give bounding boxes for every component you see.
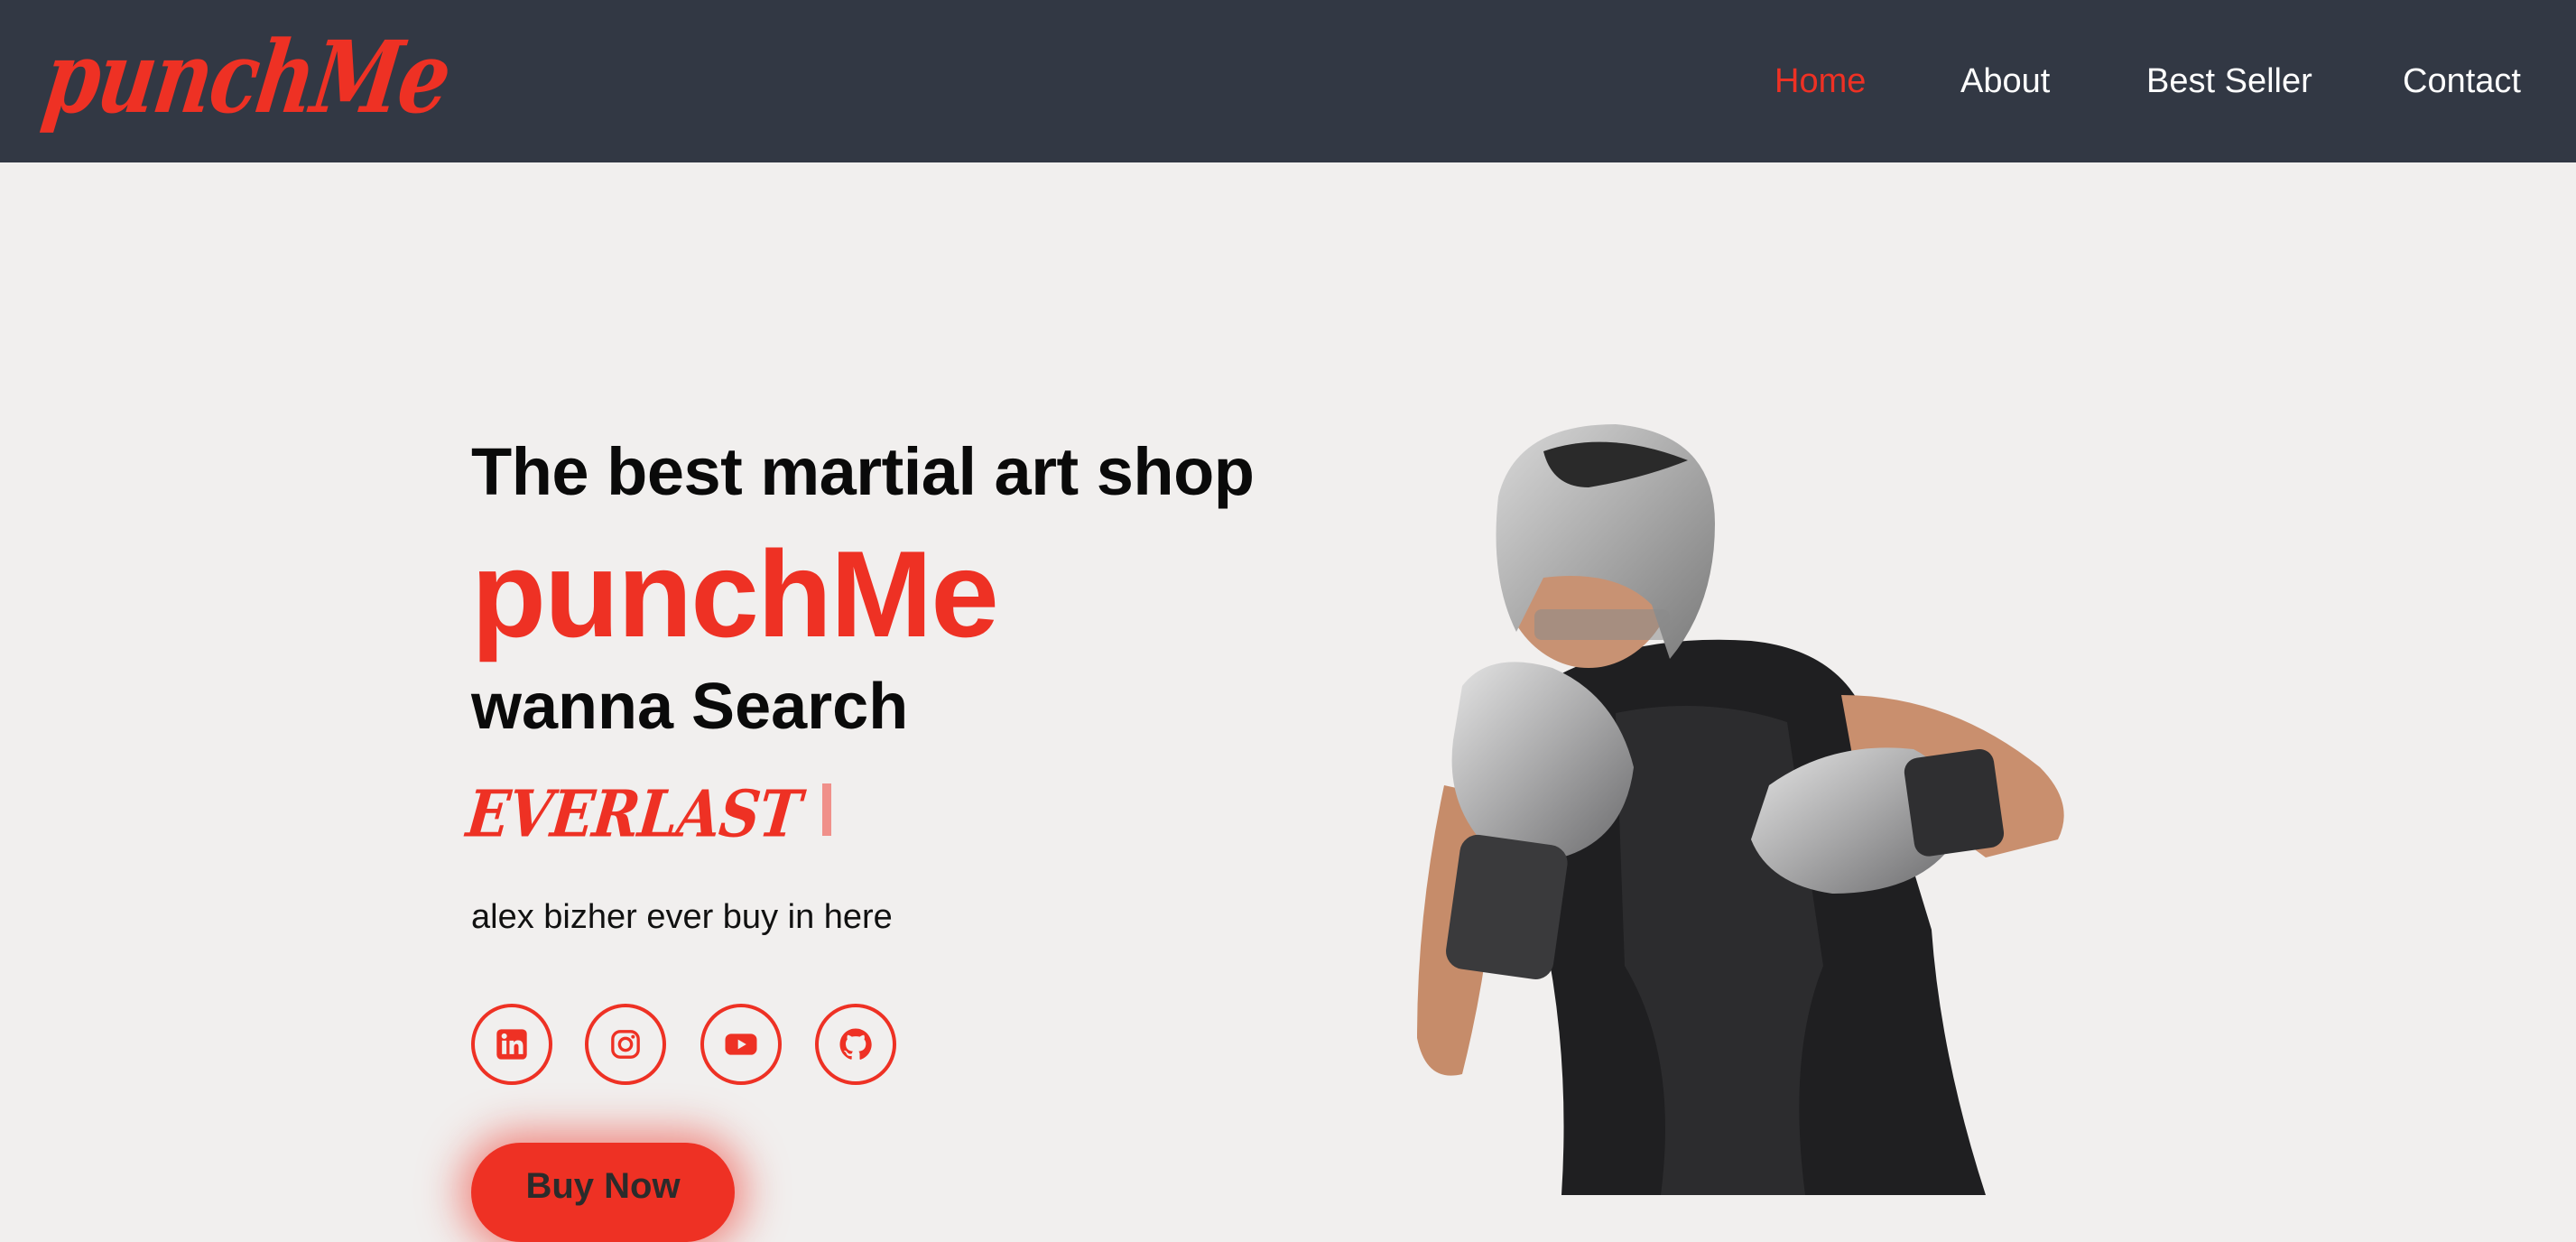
typing-cursor bbox=[821, 783, 831, 836]
typed-brand-wrap: EVERLAST bbox=[463, 776, 831, 857]
social-link-linkedin[interactable] bbox=[471, 1004, 552, 1085]
hero-brand: punchMe bbox=[471, 525, 999, 663]
social-links bbox=[471, 1004, 1013, 1085]
social-link-youtube[interactable] bbox=[700, 1004, 782, 1085]
main-nav: Home About Best Seller Contact bbox=[0, 56, 2576, 110]
social-link-instagram[interactable] bbox=[585, 1004, 666, 1085]
github-icon bbox=[839, 1028, 872, 1060]
nav-link-about[interactable]: About bbox=[1960, 56, 2050, 107]
nav-link-home[interactable]: Home bbox=[1774, 56, 1866, 107]
linkedin-icon bbox=[496, 1029, 527, 1060]
hero-tagline: The best martial art shop bbox=[471, 434, 1255, 509]
youtube-icon bbox=[725, 1033, 757, 1055]
instagram-icon bbox=[611, 1030, 640, 1059]
search-label: wanna Search bbox=[471, 671, 909, 743]
buy-now-button[interactable]: Buy Now bbox=[471, 1143, 735, 1242]
boxer-image bbox=[1417, 424, 2064, 1195]
hero-subtext: alex bizher ever buy in here bbox=[471, 898, 893, 936]
nav-link-best-seller[interactable]: Best Seller bbox=[2146, 56, 2312, 107]
typed-brand-text: EVERLAST bbox=[463, 776, 804, 852]
social-link-github[interactable] bbox=[815, 1004, 896, 1085]
nav-link-contact[interactable]: Contact bbox=[2403, 56, 2521, 107]
navbar: punchMe Home About Best Seller Contact bbox=[0, 0, 2576, 162]
